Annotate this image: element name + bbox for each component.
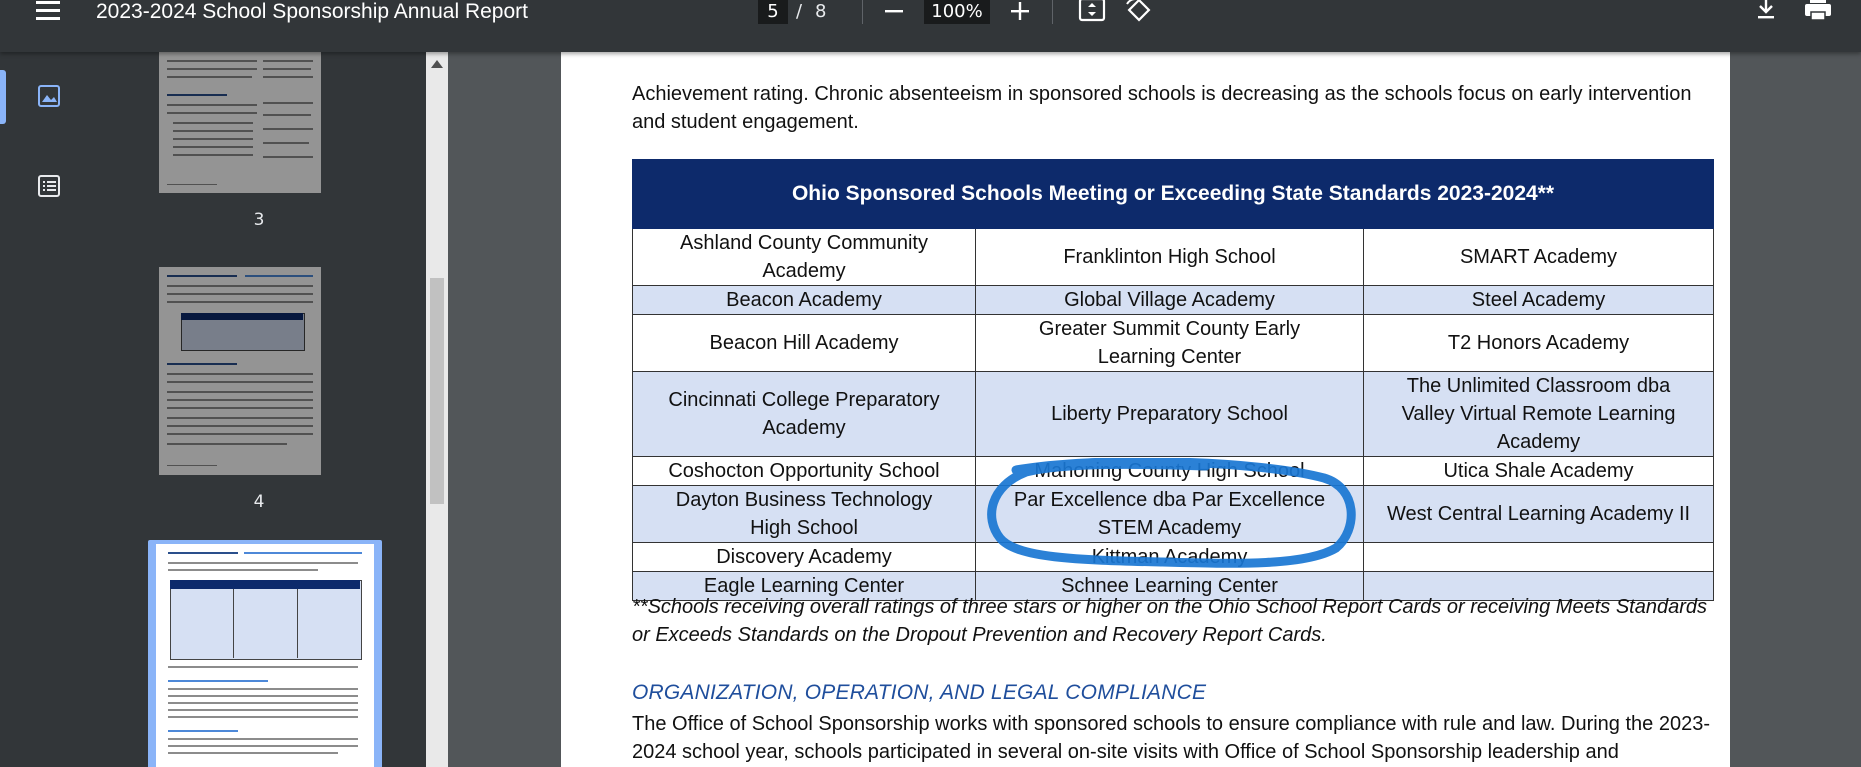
sidebar-rail (0, 52, 92, 767)
rail-active-indicator (0, 70, 6, 124)
table-cell: Kittman Academy (975, 542, 1364, 572)
table-footnote: **Schools receiving overall ratings of t… (632, 596, 1707, 646)
intro-paragraph: Achievement rating. Chronic absenteeism … (632, 83, 1692, 133)
section-paragraph: The Office of School Sponsorship works w… (632, 713, 1710, 763)
menu-icon[interactable] (34, 0, 64, 26)
thumbnail-number: 3 (253, 210, 265, 230)
table-cell: Utica Shale Academy (1362, 456, 1715, 486)
table-cell: Dayton Business Technology High School (632, 485, 976, 543)
table-cell: Discovery Academy (632, 542, 976, 572)
page-separator: / (796, 1, 803, 22)
section-heading: ORGANIZATION, OPERATION, AND LEGAL COMPL… (632, 681, 1207, 704)
table-cell: Cincinnati College Preparatory Academy (632, 371, 976, 457)
scrollbar-thumb[interactable] (430, 278, 444, 504)
document-title: 2023-2024 School Sponsorship Annual Repo… (96, 0, 528, 23)
plus-icon[interactable] (1004, 0, 1036, 26)
minus-icon[interactable] (878, 0, 910, 26)
table-cell: Ashland County Community Academy (632, 228, 976, 286)
outline-icon[interactable] (36, 173, 64, 201)
table-cell: Liberty Preparatory School (975, 371, 1364, 457)
pdf-page: Achievement rating. Chronic absenteeism … (561, 52, 1730, 767)
toolbar-divider (862, 0, 863, 24)
table-cell: Beacon Academy (632, 285, 976, 315)
table-cell: Global Village Academy (975, 285, 1364, 315)
thumbnail-panel: 3 4 (92, 52, 426, 767)
thumbnails-icon[interactable] (36, 83, 64, 111)
page-total: 8 (815, 1, 827, 22)
page-thumbnail-5[interactable] (156, 544, 374, 767)
page-thumbnail-3[interactable] (159, 52, 321, 193)
scroll-up-arrow-icon[interactable] (431, 60, 443, 68)
table-cell: Steel Academy (1362, 285, 1715, 315)
table-cell: T2 Honors Academy (1362, 314, 1715, 372)
table-row: Discovery Academy Kittman Academy (632, 542, 1715, 572)
table-row: Cincinnati College Preparatory Academy L… (632, 371, 1715, 457)
table-cell: Franklinton High School (975, 228, 1364, 286)
table-cell: Greater Summit County Early Learning Cen… (975, 314, 1364, 372)
table-cell (1362, 542, 1715, 572)
fit-page-icon[interactable] (1077, 0, 1109, 24)
toolbar-divider (1052, 0, 1053, 24)
rotate-icon[interactable] (1124, 0, 1156, 24)
zoom-input[interactable] (924, 0, 990, 24)
thumbnail-scrollbar[interactable] (426, 52, 448, 767)
table-cell: Beacon Hill Academy (632, 314, 976, 372)
table-row: Dayton Business Technology High School P… (632, 485, 1715, 543)
table-row: Ashland County Community Academy Frankli… (632, 228, 1715, 286)
page-thumbnail-4[interactable] (159, 267, 321, 475)
table-title: Ohio Sponsored Schools Meeting or Exceed… (631, 159, 1715, 229)
table-row: Coshocton Opportunity School Mahoning Co… (632, 456, 1715, 486)
table-row: Beacon Hill Academy Greater Summit Count… (632, 314, 1715, 372)
table-cell: Coshocton Opportunity School (632, 456, 976, 486)
table-cell: The Unlimited Classroom dba Valley Virtu… (1362, 371, 1715, 457)
table-cell: SMART Academy (1362, 228, 1715, 286)
page-number-input[interactable] (758, 0, 788, 24)
sponsored-schools-table: Ohio Sponsored Schools Meeting or Exceed… (631, 159, 1715, 601)
table-cell-highlighted: Par Excellence dba Par Excellence STEM A… (975, 485, 1364, 543)
download-icon[interactable] (1750, 0, 1782, 24)
table-cell: West Central Learning Academy II (1362, 485, 1715, 543)
table-row: Beacon Academy Global Village Academy St… (632, 285, 1715, 315)
print-icon[interactable] (1802, 0, 1834, 24)
table-cell: Mahoning County High School (975, 456, 1364, 486)
pdf-toolbar: 2023-2024 School Sponsorship Annual Repo… (0, 0, 1861, 52)
thumbnail-number: 4 (253, 492, 265, 512)
